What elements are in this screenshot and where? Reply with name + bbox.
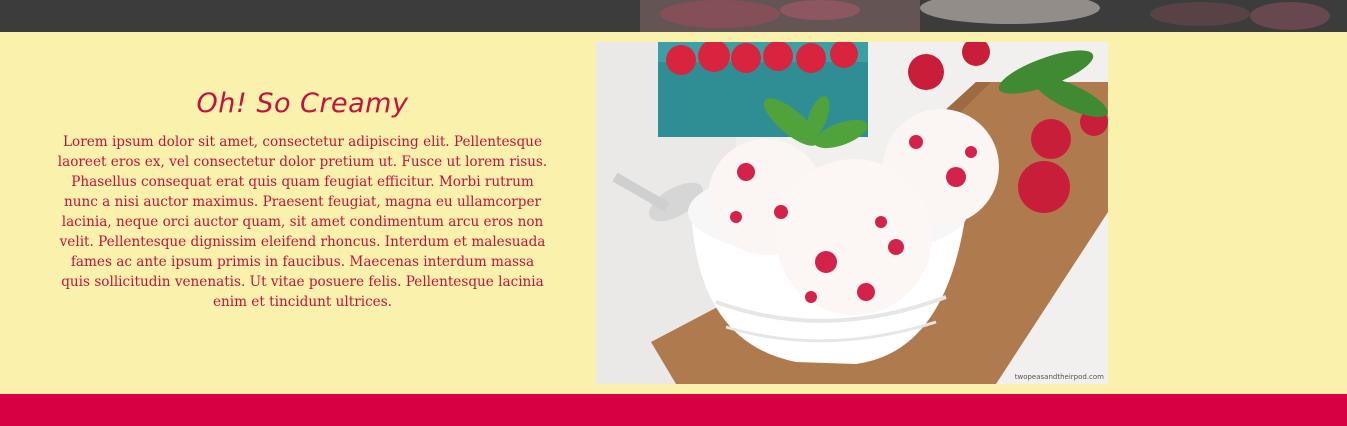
photo-credit: twopeasandtheirpod.com: [1014, 373, 1104, 381]
feature-body: Lorem ipsum dolor sit amet, consectetur …: [57, 134, 548, 310]
feature-title: Oh! So Creamy: [196, 88, 409, 119]
ice-cream-photo: twopeasandtheirpod.com: [596, 42, 1108, 384]
page: Oh! So Creamy Lorem ipsum dolor sit amet…: [0, 0, 1347, 426]
footer-bar: [0, 394, 1347, 426]
feature-text-block: Oh! So Creamy Lorem ipsum dolor sit amet…: [55, 88, 550, 312]
header-banner-image: [0, 0, 1347, 32]
